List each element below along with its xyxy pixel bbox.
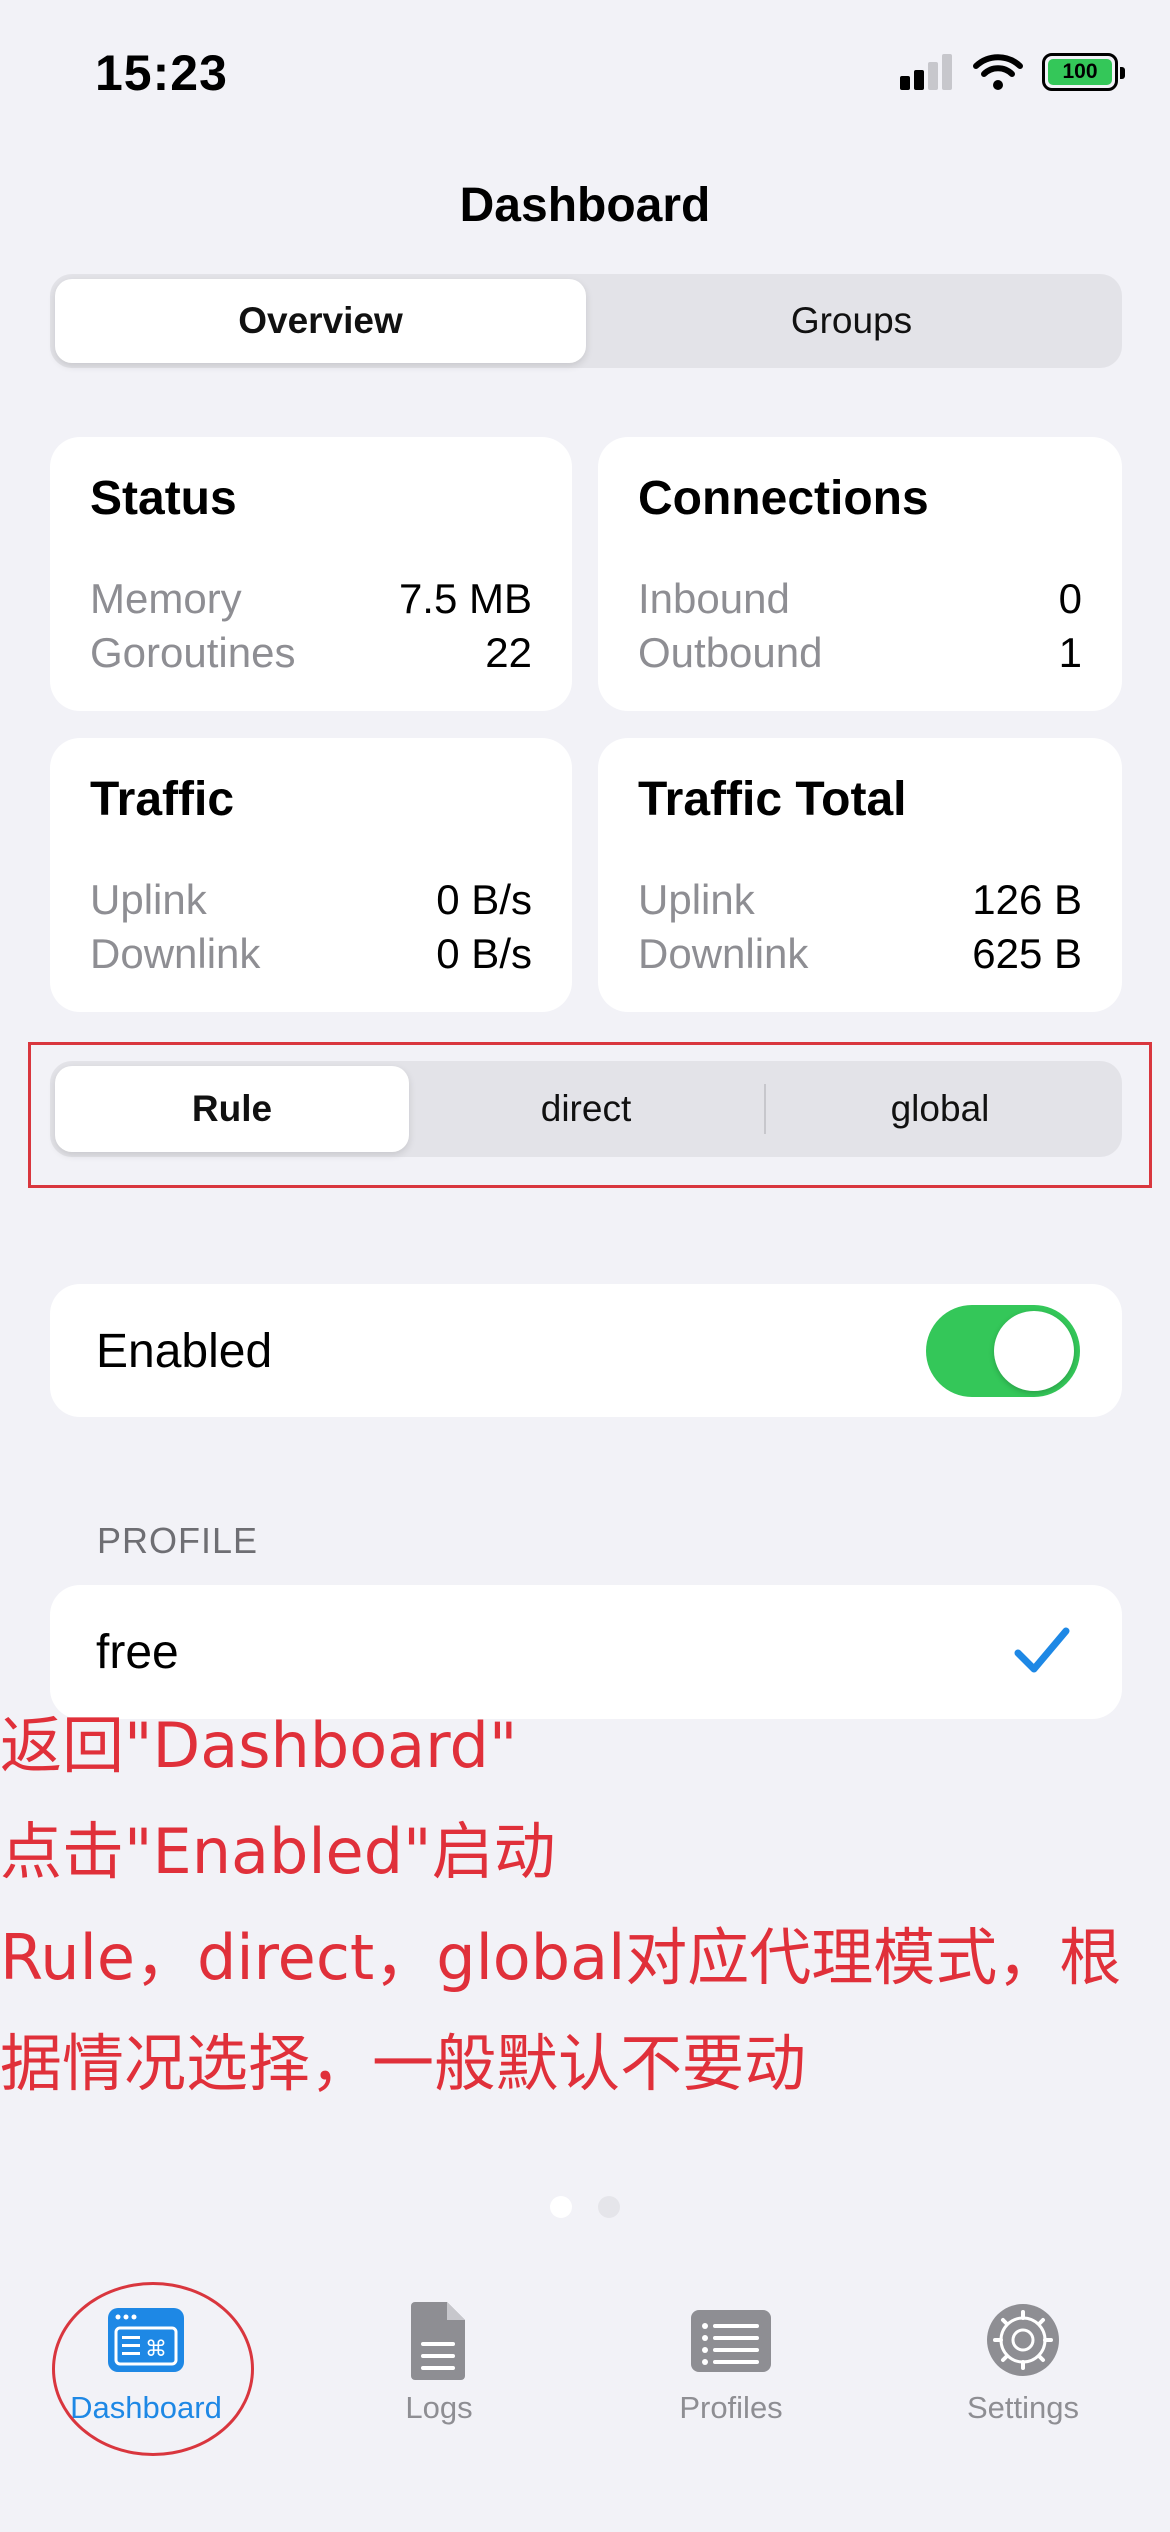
page-dot[interactable] [550, 2196, 572, 2218]
stat-label: Goroutines [90, 629, 296, 676]
stat-value: 0 [1058, 575, 1082, 622]
view-segmented-control: Overview Groups [50, 274, 1122, 368]
stat-row: Inbound 0 [638, 575, 1082, 623]
annotation-line: 据情况选择，一般默认不要动 [0, 2027, 807, 2100]
segment-global[interactable]: global [763, 1066, 1117, 1152]
stat-row: Downlink 625 B [638, 930, 1082, 978]
cellular-signal-icon [900, 54, 952, 90]
stat-value: 1 [1058, 629, 1082, 676]
tab-settings[interactable]: Settings [898, 2298, 1148, 2426]
enabled-toggle[interactable] [926, 1305, 1080, 1397]
segment-divider [764, 1084, 766, 1134]
annotation-line: Rule，direct，global对应代理模式，根 [0, 1921, 1122, 1994]
profile-name: free [96, 1626, 179, 1679]
stat-row: Memory 7.5 MB [90, 575, 532, 623]
stat-row: Uplink 0 B/s [90, 876, 532, 924]
stat-label: Inbound [638, 575, 790, 622]
status-icons: 100 [898, 52, 1125, 92]
stat-value: 22 [485, 629, 532, 676]
annotation-highlight-circle [52, 2282, 254, 2456]
card-title: Status [90, 472, 237, 525]
card-title: Connections [638, 472, 929, 525]
gear-icon [987, 2304, 1059, 2376]
stat-value: 126 B [972, 876, 1082, 923]
stat-label: Downlink [90, 930, 261, 977]
profile-section-header: PROFILE [97, 1520, 259, 1561]
tab-label: Logs [405, 2390, 473, 2425]
stat-value: 625 B [972, 930, 1082, 977]
proxy-mode-segmented-control: Rule direct global [50, 1061, 1122, 1157]
segment-direct[interactable]: direct [409, 1066, 763, 1152]
stat-row: Outbound 1 [638, 629, 1082, 677]
enabled-label: Enabled [96, 1325, 273, 1378]
stat-label: Downlink [638, 930, 809, 977]
tab-label: Settings [966, 2390, 1079, 2425]
stat-label: Memory [90, 575, 242, 622]
connections-card: Connections Inbound 0 Outbound 1 [598, 437, 1122, 711]
stat-label: Uplink [90, 876, 207, 923]
wifi-icon [973, 54, 1023, 90]
segment-overview[interactable]: Overview [55, 279, 586, 363]
traffic-total-card: Traffic Total Uplink 126 B Downlink 625 … [598, 738, 1122, 1012]
card-title: Traffic Total [638, 773, 907, 826]
page-indicator [0, 2196, 1170, 2218]
stat-row: Downlink 0 B/s [90, 930, 532, 978]
tab-logs[interactable]: Logs [314, 2298, 564, 2426]
status-card: Status Memory 7.5 MB Goroutines 22 [50, 437, 572, 711]
status-time: 15:23 [95, 45, 228, 101]
stat-value: 7.5 MB [398, 575, 532, 622]
stat-label: Outbound [638, 629, 823, 676]
document-icon [411, 2302, 465, 2380]
stat-label: Uplink [638, 876, 755, 923]
stat-value: 0 B/s [436, 930, 532, 977]
tab-profiles[interactable]: Profiles [606, 2298, 856, 2426]
checkmark-icon [1014, 1627, 1070, 1673]
annotation-text: 返回"Dashboard" 点击"Enabled"启动 Rule，direct，… [0, 1693, 1170, 2117]
card-title: Traffic [90, 773, 235, 826]
tab-label: Profiles [679, 2390, 783, 2425]
stat-row: Uplink 126 B [638, 876, 1082, 924]
stat-value: 0 B/s [436, 876, 532, 923]
stat-row: Goroutines 22 [90, 629, 532, 677]
annotation-line: 返回"Dashboard" [0, 1709, 518, 1782]
list-icon [691, 2310, 771, 2372]
toggle-knob [994, 1311, 1074, 1391]
annotation-line: 点击"Enabled"启动 [0, 1815, 556, 1888]
segment-groups[interactable]: Groups [586, 279, 1117, 363]
battery-icon: 100 [1042, 53, 1125, 91]
segment-rule[interactable]: Rule [55, 1066, 409, 1152]
battery-level: 100 [1048, 59, 1112, 85]
page-dot[interactable] [598, 2196, 620, 2218]
page-title: Dashboard [459, 179, 711, 232]
traffic-card: Traffic Uplink 0 B/s Downlink 0 B/s [50, 738, 572, 1012]
enabled-row: Enabled [50, 1284, 1122, 1417]
screen: 15:23 100 Dashboard Overview Groups Stat… [0, 0, 1170, 2532]
